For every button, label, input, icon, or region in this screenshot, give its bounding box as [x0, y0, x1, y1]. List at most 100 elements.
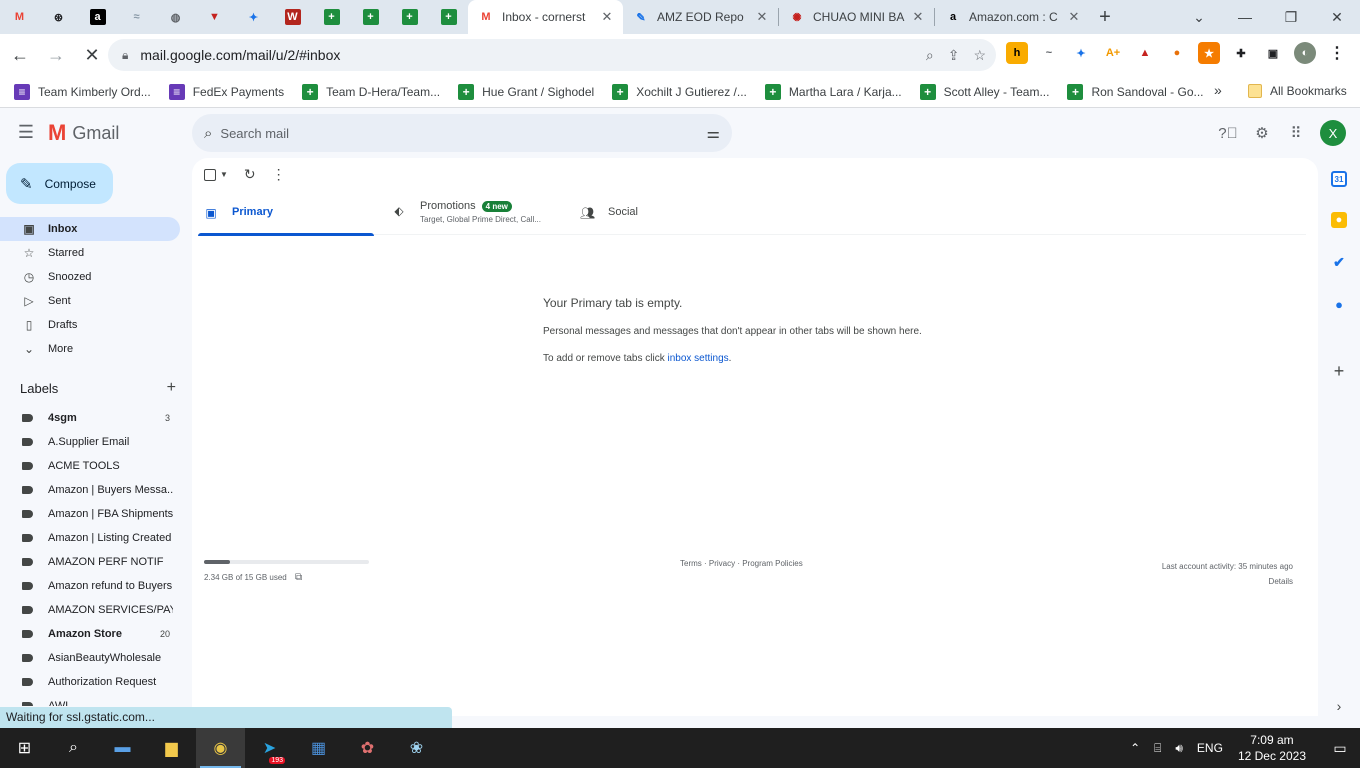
logo-extension-icon[interactable]: ~ — [1038, 42, 1060, 64]
select-dropdown-icon[interactable]: ▼ — [220, 170, 228, 179]
footer-policy-links[interactable]: Terms · Privacy · Program Policies — [680, 559, 803, 568]
gmail-logo[interactable]: M Gmail — [48, 122, 119, 144]
notification-center-icon[interactable]: ▭ — [1320, 728, 1360, 768]
nav-item-starred[interactable]: ☆ Starred — [0, 241, 180, 265]
get-addons-icon[interactable]: + — [1331, 361, 1347, 381]
all-bookmarks-button[interactable]: All Bookmarks — [1248, 84, 1347, 98]
bookmarks-overflow-button[interactable]: » — [1214, 82, 1222, 98]
restore-button[interactable]: ❐ — [1268, 0, 1314, 34]
pinned-tab[interactable]: W — [273, 0, 312, 34]
zoom-icon[interactable]: ⌕ — [926, 47, 934, 64]
tab-social[interactable]: 👥︎ Social — [574, 194, 762, 235]
create-label-icon[interactable]: + — [167, 379, 176, 397]
contacts-icon[interactable]: ● — [1331, 296, 1347, 312]
search-icon[interactable]: ⌕ — [49, 728, 98, 768]
tab-primary[interactable]: ▣ Primary — [198, 194, 386, 236]
honey-extension-icon[interactable]: h — [1006, 42, 1028, 64]
file-explorer-app-icon[interactable]: ▬ — [98, 728, 147, 768]
lifebuoy-extension-icon[interactable]: ✦ — [1070, 42, 1092, 64]
tasks-icon[interactable]: ✔ — [1331, 254, 1347, 270]
pinned-tab[interactable]: M — [0, 0, 39, 34]
settings-gear-icon[interactable]: ⚙ — [1252, 123, 1272, 143]
chrome-icon[interactable]: ◉ — [196, 728, 245, 768]
nav-item-snoozed[interactable]: ◷ Snoozed — [0, 265, 180, 289]
label-item[interactable]: Amazon | Listing Created — [0, 526, 180, 550]
pinned-tab[interactable]: ≈ — [117, 0, 156, 34]
storage-text[interactable]: 2.34 GB of 15 GB used — [204, 573, 287, 582]
external-link-icon[interactable]: ⧉ — [295, 572, 302, 583]
apps-grid-icon[interactable]: ⠿ — [1286, 123, 1306, 143]
address-bar[interactable]: 🔒︎ mail.google.com/mail/u/2/#inbox ⌕ ⇪ ☆ — [108, 39, 996, 71]
label-item[interactable]: A.Supplier Email — [0, 430, 180, 454]
bookmark-item[interactable]: + Ron Sandoval - Go... — [1067, 83, 1204, 100]
nav-item-drafts[interactable]: ▯ Drafts — [0, 313, 180, 337]
puzzle-extensions-icon[interactable]: ✚ — [1230, 42, 1252, 64]
star-extension-icon[interactable]: ★ — [1198, 42, 1220, 64]
show-hidden-icons-icon[interactable]: ⌃ — [1130, 741, 1140, 755]
volume-icon[interactable]: 🔊︎ — [1175, 741, 1183, 756]
orange-circle-extension-icon[interactable]: ● — [1166, 42, 1188, 64]
keep-icon[interactable]: ● — [1331, 212, 1347, 228]
share-icon[interactable]: ⇪ — [948, 47, 960, 64]
label-item[interactable]: ACME TOOLS — [0, 454, 180, 478]
folder-icon[interactable]: ▆ — [147, 728, 196, 768]
close-tab-icon[interactable]: ✕ — [599, 9, 615, 25]
pinned-tab[interactable]: ◍ — [156, 0, 195, 34]
browser-tab[interactable]: ✺ CHUAO MINI BA ✕ — [779, 0, 934, 34]
site-info-icon[interactable]: 🔒︎ — [122, 48, 128, 63]
nav-item-more[interactable]: ⌄ More — [0, 337, 180, 361]
paint-icon[interactable]: ✿ — [343, 728, 392, 768]
browser-tab[interactable]: a Amazon.com : C ✕ — [935, 0, 1090, 34]
label-item[interactable]: Amazon refund to Buyers — [0, 574, 180, 598]
minimize-button[interactable]: — — [1222, 0, 1268, 34]
bookmark-item[interactable]: + Martha Lara / Karja... — [764, 83, 902, 100]
bookmark-item[interactable]: + Team D-Hera/Team... — [302, 83, 440, 100]
label-item[interactable]: AMAZON SERVICES/PAY... — [0, 598, 180, 622]
browser-tab[interactable]: M Inbox - cornerst ✕ — [468, 0, 623, 34]
bookmark-item[interactable]: + Scott Alley - Team... — [919, 83, 1049, 100]
back-button[interactable]: ← — [4, 39, 36, 71]
account-avatar[interactable]: X — [1320, 120, 1346, 146]
activity-details-link[interactable]: Details — [1162, 574, 1293, 589]
pinned-tab[interactable]: ✦ — [234, 0, 273, 34]
bookmark-item[interactable]: + Xochilt J Gutierez /... — [612, 83, 747, 100]
boost-extension-icon[interactable]: A+ — [1102, 42, 1124, 64]
paint-3d-icon[interactable]: ❀ — [392, 728, 441, 768]
expand-panel-icon[interactable]: › — [1331, 698, 1347, 714]
close-tab-icon[interactable]: ✕ — [910, 9, 926, 25]
compose-button[interactable]: ✎ Compose — [6, 163, 113, 204]
pinned-tab[interactable]: + — [390, 0, 429, 34]
search-input[interactable] — [220, 125, 681, 141]
more-options-icon[interactable]: ⋮ — [272, 166, 286, 183]
language-indicator[interactable]: ENG — [1197, 741, 1223, 755]
label-item[interactable]: Amazon | FBA Shipments — [0, 502, 180, 526]
pinned-tab[interactable]: ⊛ — [39, 0, 78, 34]
help-icon[interactable]: ?⃝ — [1218, 123, 1238, 143]
nav-item-inbox[interactable]: ▣ Inbox — [0, 217, 180, 241]
label-item[interactable]: 4sgm 3 — [0, 406, 180, 430]
pinned-tab[interactable]: + — [351, 0, 390, 34]
bookmark-item[interactable]: ≡ Team Kimberly Ord... — [14, 83, 151, 100]
main-menu-icon[interactable]: ☰ — [14, 120, 38, 144]
close-tab-icon[interactable]: ✕ — [1066, 9, 1082, 25]
tab-promotions[interactable]: ⬖ Promotions 4 new Target, Global Prime … — [386, 194, 574, 235]
close-tab-icon[interactable]: ✕ — [754, 9, 770, 25]
close-window-button[interactable]: ✕ — [1314, 0, 1360, 34]
new-tab-button[interactable]: + — [1090, 0, 1120, 34]
bookmark-item[interactable]: + Hue Grant / Sighodel — [458, 83, 594, 100]
alert-extension-icon[interactable]: ▲ — [1134, 42, 1156, 64]
telegram-icon[interactable]: ➤ 193 — [245, 728, 294, 768]
profile-avatar-icon[interactable]: ◐ — [1294, 42, 1316, 64]
stop-loading-button[interactable]: ✕ — [76, 39, 108, 71]
browser-tab[interactable]: ✎ AMZ EOD Repo ✕ — [623, 0, 778, 34]
network-icon[interactable]: ⌸ — [1154, 741, 1161, 756]
chrome-menu-icon[interactable]: ⋮ — [1326, 42, 1348, 64]
label-item[interactable]: AsianBeautyWholesale — [0, 646, 180, 670]
label-item[interactable]: Authorization Request — [0, 670, 180, 694]
pinned-tab[interactable]: + — [429, 0, 468, 34]
refresh-icon[interactable]: ↻ — [244, 166, 256, 183]
pinned-tab[interactable]: + — [312, 0, 351, 34]
forward-button[interactable]: → — [40, 39, 72, 71]
calculator-icon[interactable]: ▦ — [294, 728, 343, 768]
select-all-checkbox[interactable]: ▼ — [204, 168, 228, 181]
